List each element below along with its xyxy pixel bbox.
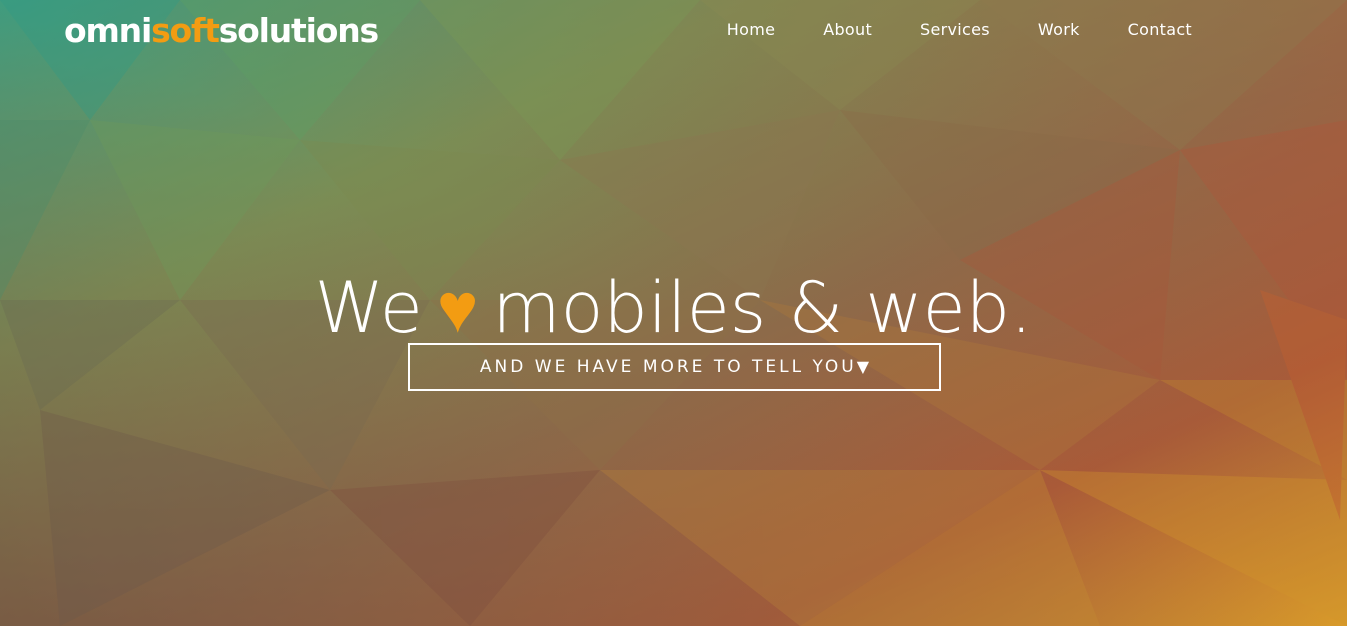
- nav-item-contact: Contact: [1128, 19, 1192, 41]
- brand-logo-part-soft: soft: [151, 11, 220, 50]
- nav-link-services[interactable]: Services: [920, 19, 990, 41]
- nav-link-work[interactable]: Work: [1038, 19, 1080, 41]
- more-info-button[interactable]: AND WE HAVE MORE TO TELL YOU▼: [408, 343, 941, 391]
- brand-logo[interactable]: omnisoftsolutions: [64, 10, 379, 52]
- nav-item-services: Services: [920, 19, 990, 41]
- triangle-down-icon: ▼: [856, 357, 870, 376]
- nav-link-about[interactable]: About: [823, 19, 872, 41]
- site-header: omnisoftsolutions Home About Services Wo…: [0, 0, 1347, 62]
- nav-item-about: About: [823, 19, 872, 41]
- hero-headline: We ♥ mobiles & web.: [0, 263, 1347, 353]
- nav-link-contact[interactable]: Contact: [1128, 19, 1192, 41]
- brand-logo-part-solutions: solutions: [218, 11, 379, 50]
- headline-mobiles-web: mobiles & web.: [492, 266, 1033, 349]
- brand-logo-part-omni: omni: [64, 11, 152, 50]
- nav-item-home: Home: [727, 19, 775, 41]
- nav-link-home[interactable]: Home: [727, 19, 775, 41]
- nav-item-work: Work: [1038, 19, 1080, 41]
- headline-we: We: [314, 266, 423, 349]
- more-info-button-label: AND WE HAVE MORE TO TELL YOU: [479, 357, 857, 377]
- main-nav: Home About Services Work Contact: [727, 19, 1192, 41]
- heart-icon: ♥: [436, 266, 479, 349]
